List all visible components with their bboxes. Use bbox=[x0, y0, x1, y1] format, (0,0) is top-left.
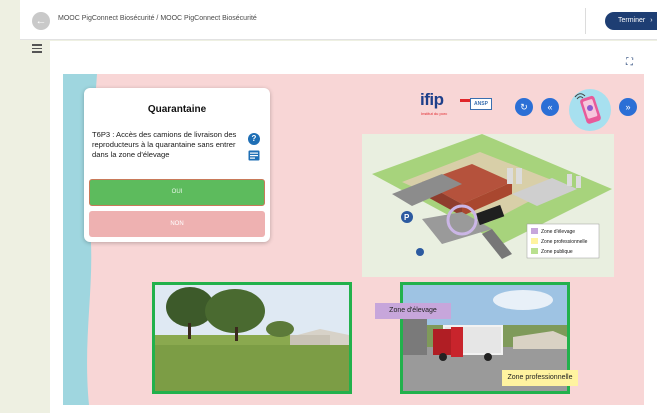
no-button[interactable]: NON bbox=[89, 211, 265, 237]
finish-label: Terminer bbox=[618, 17, 646, 24]
parking-sign: P bbox=[404, 213, 410, 222]
replay-icon[interactable]: ↻ bbox=[515, 98, 533, 116]
photo-farm-field bbox=[152, 282, 352, 394]
fullscreen-icon[interactable]: ⛶ bbox=[626, 57, 633, 68]
document-icon[interactable] bbox=[248, 150, 260, 161]
question-card: Quarantaine T6P3 : Accès des camions de … bbox=[84, 88, 270, 242]
yes-button[interactable]: OUI bbox=[89, 179, 265, 206]
breadcrumb: MOOC PigConnect Biosécurité / MOOC PigCo… bbox=[58, 15, 257, 22]
label-zone-elevage: Zone d'élevage bbox=[375, 303, 451, 319]
ifip-logo: ifip bbox=[420, 90, 444, 109]
question-text: T6P3 : Accès des camions de livraison de… bbox=[92, 130, 237, 159]
question-title: Quarantaine bbox=[147, 104, 207, 115]
legend-professionnelle: Zone professionnelle bbox=[541, 239, 588, 245]
ansp-logo: ANSP bbox=[470, 98, 492, 110]
back-arrow-icon[interactable]: ← bbox=[32, 12, 50, 30]
double-chevron-left-icon[interactable]: « bbox=[541, 98, 559, 116]
legend-publique: Zone publique bbox=[541, 249, 573, 255]
divider bbox=[585, 8, 586, 34]
farm-map: P Zone d'élevage Zone professionnelle Zo… bbox=[362, 134, 614, 277]
top-bar: ← MOOC PigConnect Biosécurité / MOOC Pig… bbox=[20, 0, 657, 40]
finish-button[interactable]: Terminer › bbox=[605, 12, 657, 30]
chevron-right-icon: › bbox=[650, 17, 653, 24]
ifip-subtitle: Institut du porc bbox=[421, 111, 448, 116]
hamburger-icon[interactable] bbox=[32, 44, 42, 53]
help-icon[interactable]: ? bbox=[248, 133, 260, 145]
label-zone-professionnelle: Zone professionnelle bbox=[502, 370, 578, 386]
legend-elevage: Zone d'élevage bbox=[541, 229, 575, 235]
double-chevron-right-icon[interactable]: » bbox=[619, 98, 637, 116]
phone-icon[interactable] bbox=[569, 89, 611, 131]
